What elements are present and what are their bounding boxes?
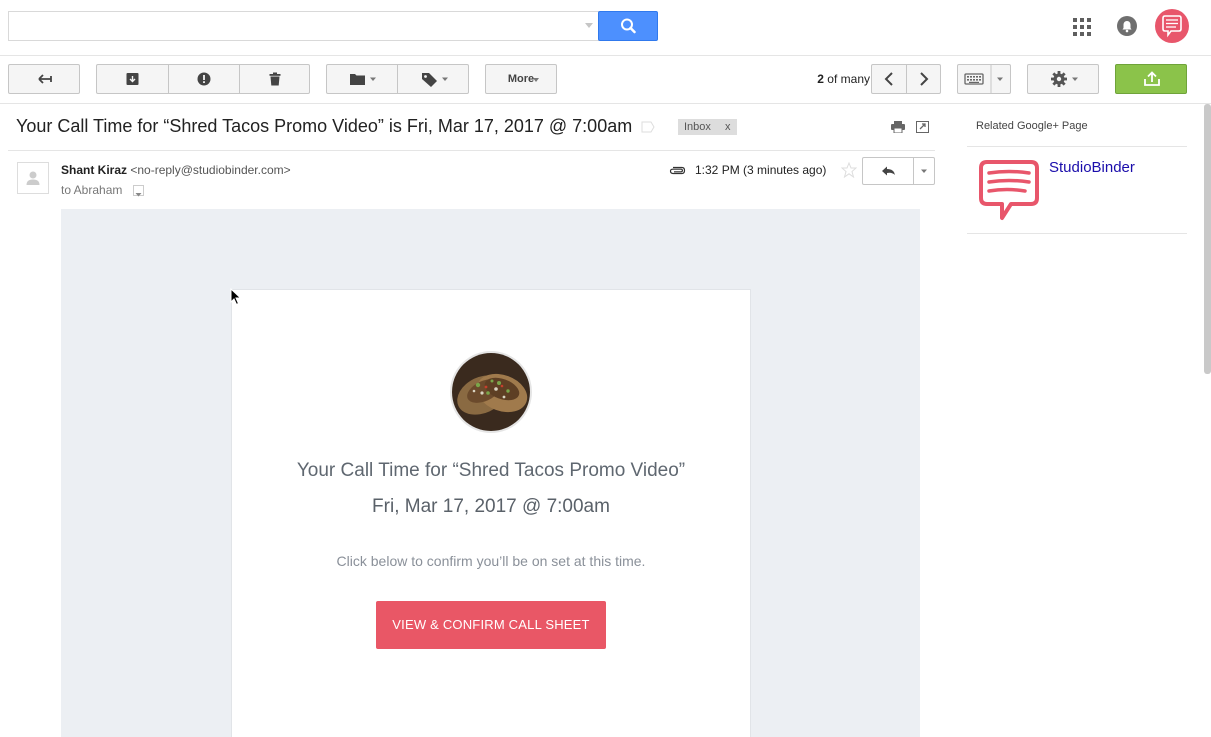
message-actions-group bbox=[96, 64, 310, 94]
mouse-cursor-icon bbox=[230, 288, 242, 306]
confirm-call-sheet-button[interactable]: VIEW & CONFIRM CALL SHEET bbox=[376, 601, 606, 649]
pager-of: of bbox=[827, 72, 838, 86]
taco-photo bbox=[450, 351, 532, 433]
label-chip-text: Inbox bbox=[684, 121, 711, 133]
archive-button[interactable] bbox=[97, 65, 168, 93]
labels-button[interactable] bbox=[398, 65, 469, 93]
trash-icon bbox=[269, 72, 281, 86]
account-avatar[interactable] bbox=[1155, 9, 1189, 43]
inbox-label-chip: Inbox x bbox=[678, 119, 737, 135]
chevron-right-icon bbox=[920, 72, 929, 86]
label-tag-icon bbox=[422, 73, 448, 87]
email-card: Your Call Time for “Shred Tacos Promo Vi… bbox=[231, 289, 751, 737]
more-button[interactable]: More bbox=[485, 64, 557, 94]
more-reply-options-button[interactable] bbox=[914, 158, 934, 184]
spam-icon bbox=[197, 72, 211, 86]
email-subject: Your Call Time for “Shred Tacos Promo Vi… bbox=[16, 116, 633, 136]
print-icon[interactable] bbox=[891, 121, 905, 133]
organize-group bbox=[326, 64, 469, 94]
folder-icon bbox=[350, 74, 376, 85]
studiobinder-logo-icon bbox=[1162, 15, 1182, 38]
attachment-paperclip-icon bbox=[669, 166, 686, 175]
top-bar bbox=[0, 0, 1211, 56]
keyboard-icon bbox=[964, 65, 1003, 93]
notifications-bell-icon[interactable] bbox=[1117, 16, 1137, 36]
message-time: 1:32 PM (3 minutes ago) bbox=[695, 163, 827, 177]
taco-image-icon bbox=[452, 353, 530, 431]
input-tools-button[interactable] bbox=[957, 64, 1011, 94]
sender-avatar[interactable] bbox=[17, 162, 49, 194]
email-instructions: Click below to confirm you’ll be on set … bbox=[336, 553, 646, 569]
chevron-down-icon bbox=[135, 193, 142, 197]
pager-nav-group bbox=[871, 64, 941, 94]
new-window-icon[interactable] bbox=[916, 121, 929, 133]
move-to-button[interactable] bbox=[327, 65, 397, 93]
star-icon[interactable] bbox=[841, 162, 857, 178]
chevron-left-icon bbox=[884, 72, 893, 86]
right-panel-divider-bottom bbox=[967, 233, 1187, 234]
settings-button[interactable] bbox=[1027, 64, 1099, 94]
studiobinder-logo-icon[interactable] bbox=[975, 158, 1041, 224]
chevron-down-icon bbox=[921, 169, 927, 173]
reply-button[interactable] bbox=[863, 158, 913, 184]
search-input[interactable] bbox=[8, 11, 599, 41]
right-panel-divider bbox=[967, 146, 1187, 147]
reply-arrow-icon bbox=[882, 166, 895, 176]
search-button[interactable] bbox=[598, 11, 658, 41]
pager-count: 2 of many bbox=[790, 72, 870, 86]
more-caret-icon bbox=[533, 78, 539, 82]
archive-icon bbox=[126, 73, 139, 85]
newer-button[interactable] bbox=[872, 65, 906, 93]
importance-marker-icon[interactable] bbox=[641, 121, 655, 133]
related-page-link[interactable]: StudioBinder bbox=[1049, 159, 1135, 176]
sender-name[interactable]: Shant Kiraz bbox=[61, 163, 127, 177]
email-call-date: Fri, Mar 17, 2017 @ 7:00am bbox=[372, 496, 610, 517]
show-details-button[interactable] bbox=[133, 185, 144, 197]
sender-line: Shant Kiraz <no-reply@studiobinder.com> bbox=[61, 163, 291, 177]
report-spam-button[interactable] bbox=[169, 65, 239, 93]
sender-email: <no-reply@studiobinder.com> bbox=[130, 163, 291, 177]
recipient-line: to Abraham bbox=[61, 183, 123, 197]
bell-glyph-icon bbox=[1122, 21, 1132, 33]
toolbar-divider bbox=[0, 103, 1211, 104]
back-arrow-icon bbox=[38, 74, 52, 84]
more-label: More bbox=[507, 73, 535, 85]
apps-grid-icon[interactable] bbox=[1073, 18, 1091, 36]
person-placeholder-icon bbox=[26, 171, 40, 185]
back-button[interactable] bbox=[8, 64, 80, 94]
search-options-caret-icon[interactable] bbox=[585, 23, 593, 28]
subject-divider bbox=[8, 150, 935, 151]
email-heading: Your Call Time for “Shred Tacos Promo Vi… bbox=[296, 460, 686, 481]
gear-icon bbox=[1051, 71, 1078, 87]
remove-label-button[interactable]: x bbox=[725, 119, 731, 135]
pager-current: 2 bbox=[817, 72, 824, 86]
related-page-label: Related Google+ Page bbox=[976, 120, 1088, 132]
pager-total: many bbox=[840, 72, 870, 86]
reply-button-group bbox=[862, 157, 935, 185]
delete-button[interactable] bbox=[240, 65, 310, 93]
share-arrow-icon bbox=[1144, 71, 1160, 86]
share-button[interactable] bbox=[1115, 64, 1187, 94]
search-icon bbox=[621, 18, 636, 34]
scrollbar-thumb[interactable] bbox=[1204, 104, 1211, 374]
older-button[interactable] bbox=[907, 65, 941, 93]
